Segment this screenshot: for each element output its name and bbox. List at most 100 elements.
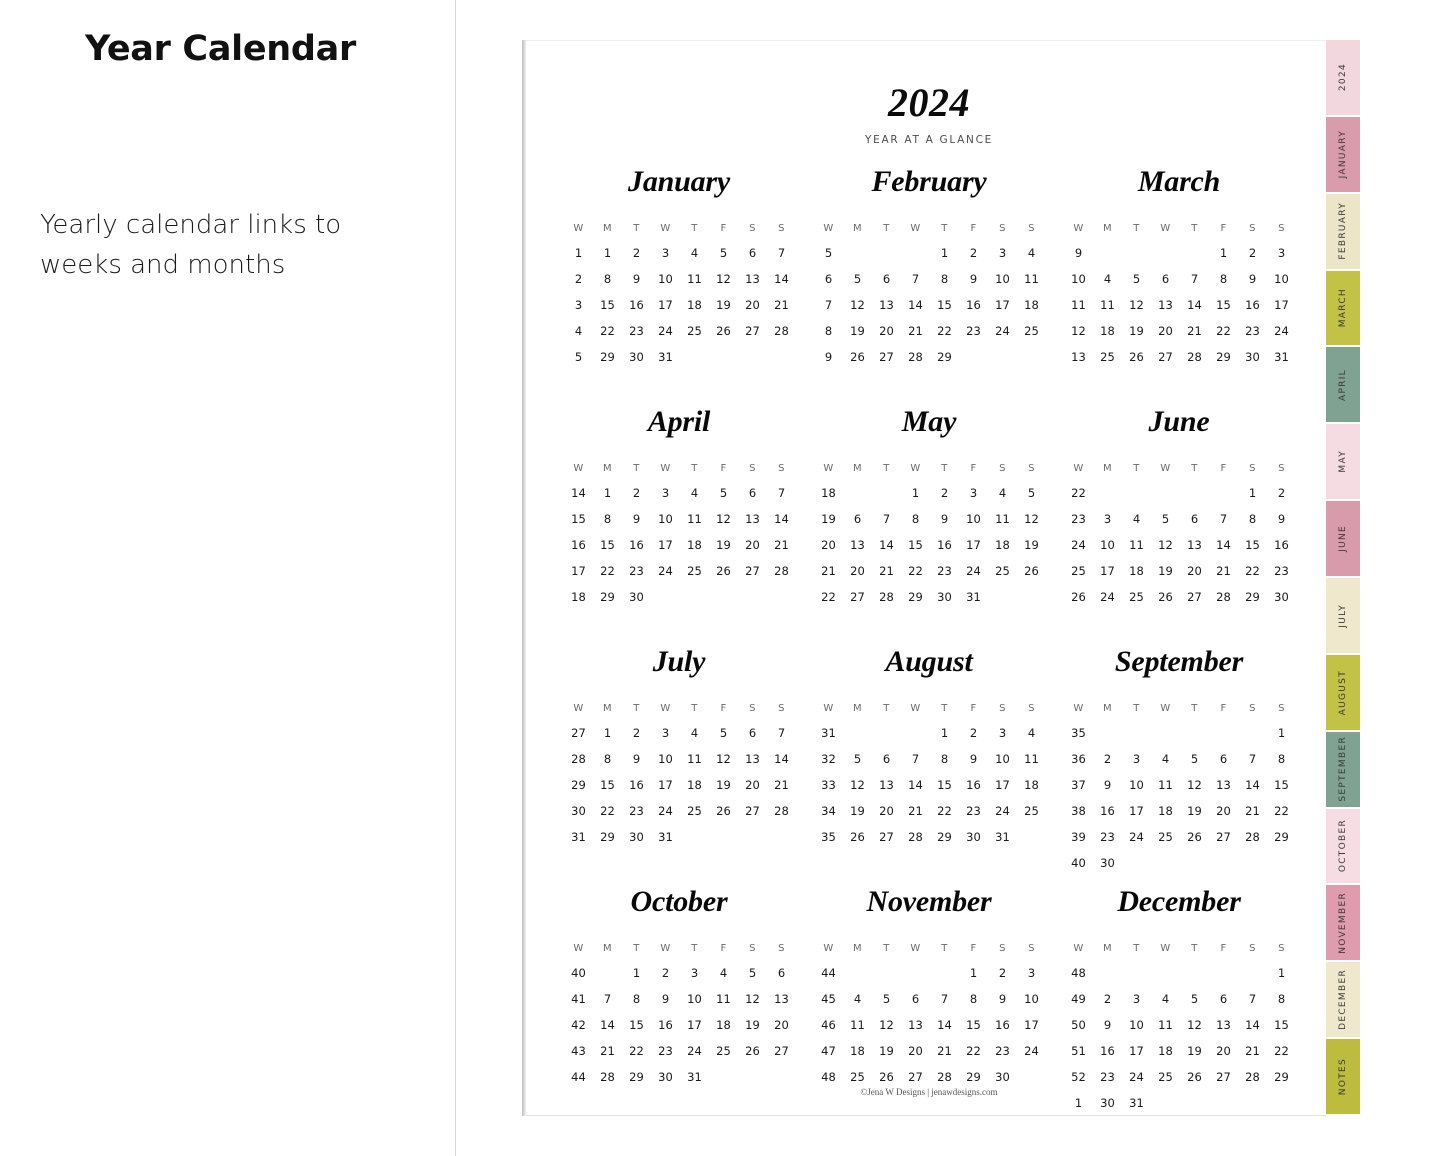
day-cell[interactable]: 1	[1209, 240, 1238, 266]
day-cell[interactable]: 8	[1267, 986, 1296, 1012]
week-number-cell[interactable]: 33	[814, 772, 843, 798]
day-cell[interactable]: 18	[843, 1038, 872, 1064]
day-cell[interactable]: 29	[593, 824, 622, 850]
week-number-cell[interactable]: 12	[1064, 318, 1093, 344]
day-cell[interactable]: 7	[1238, 746, 1267, 772]
week-number-cell[interactable]: 29	[564, 772, 593, 798]
tab-april[interactable]: APRIL	[1326, 347, 1360, 423]
month-title[interactable]: November	[804, 880, 1054, 924]
day-cell[interactable]: 3	[680, 960, 709, 986]
day-cell[interactable]: 15	[1238, 532, 1267, 558]
tab-june[interactable]: JUNE	[1326, 501, 1360, 577]
day-cell[interactable]: 14	[767, 266, 796, 292]
day-cell[interactable]: 10	[651, 746, 680, 772]
day-cell[interactable]: 9	[1093, 1012, 1122, 1038]
month-title[interactable]: April	[554, 400, 804, 444]
day-cell[interactable]: 7	[872, 506, 901, 532]
day-cell[interactable]: 14	[1209, 532, 1238, 558]
month-block-march[interactable]: March W M T W T F S S 9 1 2 3 10 4 5 6 7 8 9 10 11 11 12 13 14 15 1…	[1054, 154, 1304, 394]
day-cell[interactable]: 10	[988, 746, 1017, 772]
day-cell[interactable]: 28	[767, 558, 796, 584]
day-cell[interactable]: 12	[1017, 506, 1046, 532]
tab-may[interactable]: MAY	[1326, 424, 1360, 500]
day-cell[interactable]: 11	[1017, 266, 1046, 292]
week-number-cell[interactable]: 34	[814, 798, 843, 824]
day-cell[interactable]: 27	[767, 1038, 796, 1064]
day-cell[interactable]: 13	[1151, 292, 1180, 318]
day-cell[interactable]: 8	[622, 986, 651, 1012]
day-cell[interactable]: 22	[1238, 558, 1267, 584]
week-number-cell[interactable]: 35	[814, 824, 843, 850]
month-block-june[interactable]: June W M T W T F S S 22 1 2 23 3 4 5 6 7 8 9 24 10 11 12 13 14 15 1…	[1054, 394, 1304, 634]
day-cell[interactable]: 14	[1238, 1012, 1267, 1038]
day-cell[interactable]: 21	[1180, 318, 1209, 344]
day-cell[interactable]: 13	[738, 506, 767, 532]
day-cell[interactable]: 5	[738, 960, 767, 986]
day-cell[interactable]: 5	[1122, 266, 1151, 292]
day-cell[interactable]: 14	[1238, 772, 1267, 798]
day-cell[interactable]: 17	[1093, 558, 1122, 584]
week-number-cell[interactable]: 35	[1064, 720, 1093, 746]
day-cell[interactable]: 17	[651, 532, 680, 558]
day-cell[interactable]: 8	[901, 506, 930, 532]
day-cell[interactable]: 27	[738, 318, 767, 344]
day-cell[interactable]: 12	[709, 746, 738, 772]
day-cell[interactable]: 13	[738, 266, 767, 292]
week-number-cell[interactable]: 45	[814, 986, 843, 1012]
week-number-cell[interactable]: 40	[1064, 850, 1093, 876]
day-cell[interactable]: 22	[1267, 798, 1296, 824]
day-cell[interactable]: 1	[622, 960, 651, 986]
day-cell[interactable]: 29	[1267, 824, 1296, 850]
day-cell[interactable]: 19	[738, 1012, 767, 1038]
day-cell[interactable]: 16	[959, 772, 988, 798]
tab-march[interactable]: MARCH	[1326, 270, 1360, 346]
tab-august[interactable]: AUGUST	[1326, 654, 1360, 730]
day-cell[interactable]: 1	[593, 240, 622, 266]
day-cell[interactable]: 5	[1017, 480, 1046, 506]
month-block-october[interactable]: October W M T W T F S S 40 1 2 3 4 5 6 41 7 8 9 10 11 12 13 42 14…	[554, 874, 804, 1114]
day-cell[interactable]: 19	[1151, 558, 1180, 584]
day-cell[interactable]: 1	[1238, 480, 1267, 506]
day-cell[interactable]: 18	[680, 772, 709, 798]
day-cell[interactable]: 12	[843, 292, 872, 318]
day-cell[interactable]: 25	[1151, 824, 1180, 850]
day-cell[interactable]: 24	[651, 798, 680, 824]
day-cell[interactable]: 14	[767, 746, 796, 772]
day-cell[interactable]: 10	[651, 266, 680, 292]
week-number-cell[interactable]: 18	[564, 584, 593, 610]
day-cell[interactable]: 12	[738, 986, 767, 1012]
day-cell[interactable]: 4	[709, 960, 738, 986]
day-cell[interactable]: 15	[1267, 1012, 1296, 1038]
month-title[interactable]: June	[1054, 400, 1304, 444]
day-cell[interactable]: 16	[1267, 532, 1296, 558]
day-cell[interactable]: 2	[622, 240, 651, 266]
day-cell[interactable]: 21	[930, 1038, 959, 1064]
day-cell[interactable]: 15	[930, 292, 959, 318]
day-cell[interactable]: 14	[1180, 292, 1209, 318]
day-cell[interactable]: 28	[767, 798, 796, 824]
day-cell[interactable]: 14	[767, 506, 796, 532]
day-cell[interactable]: 23	[1093, 824, 1122, 850]
day-cell[interactable]: 31	[651, 824, 680, 850]
tab-september[interactable]: SEPTEMBER	[1326, 731, 1360, 807]
day-cell[interactable]: 20	[1209, 798, 1238, 824]
day-cell[interactable]: 11	[680, 506, 709, 532]
day-cell[interactable]: 27	[738, 558, 767, 584]
day-cell[interactable]: 4	[680, 720, 709, 746]
day-cell[interactable]: 14	[593, 1012, 622, 1038]
day-cell[interactable]: 2	[1267, 480, 1296, 506]
day-cell[interactable]: 1	[930, 720, 959, 746]
week-number-cell[interactable]: 38	[1064, 798, 1093, 824]
day-cell[interactable]: 17	[651, 772, 680, 798]
day-cell[interactable]: 20	[738, 292, 767, 318]
week-number-cell[interactable]: 7	[814, 292, 843, 318]
day-cell[interactable]: 21	[1238, 1038, 1267, 1064]
day-cell[interactable]: 5	[1180, 746, 1209, 772]
day-cell[interactable]: 12	[709, 266, 738, 292]
day-cell[interactable]: 9	[930, 506, 959, 532]
day-cell[interactable]: 3	[988, 240, 1017, 266]
day-cell[interactable]: 14	[872, 532, 901, 558]
day-cell[interactable]: 11	[1151, 772, 1180, 798]
day-cell[interactable]: 9	[959, 746, 988, 772]
day-cell[interactable]: 15	[593, 532, 622, 558]
